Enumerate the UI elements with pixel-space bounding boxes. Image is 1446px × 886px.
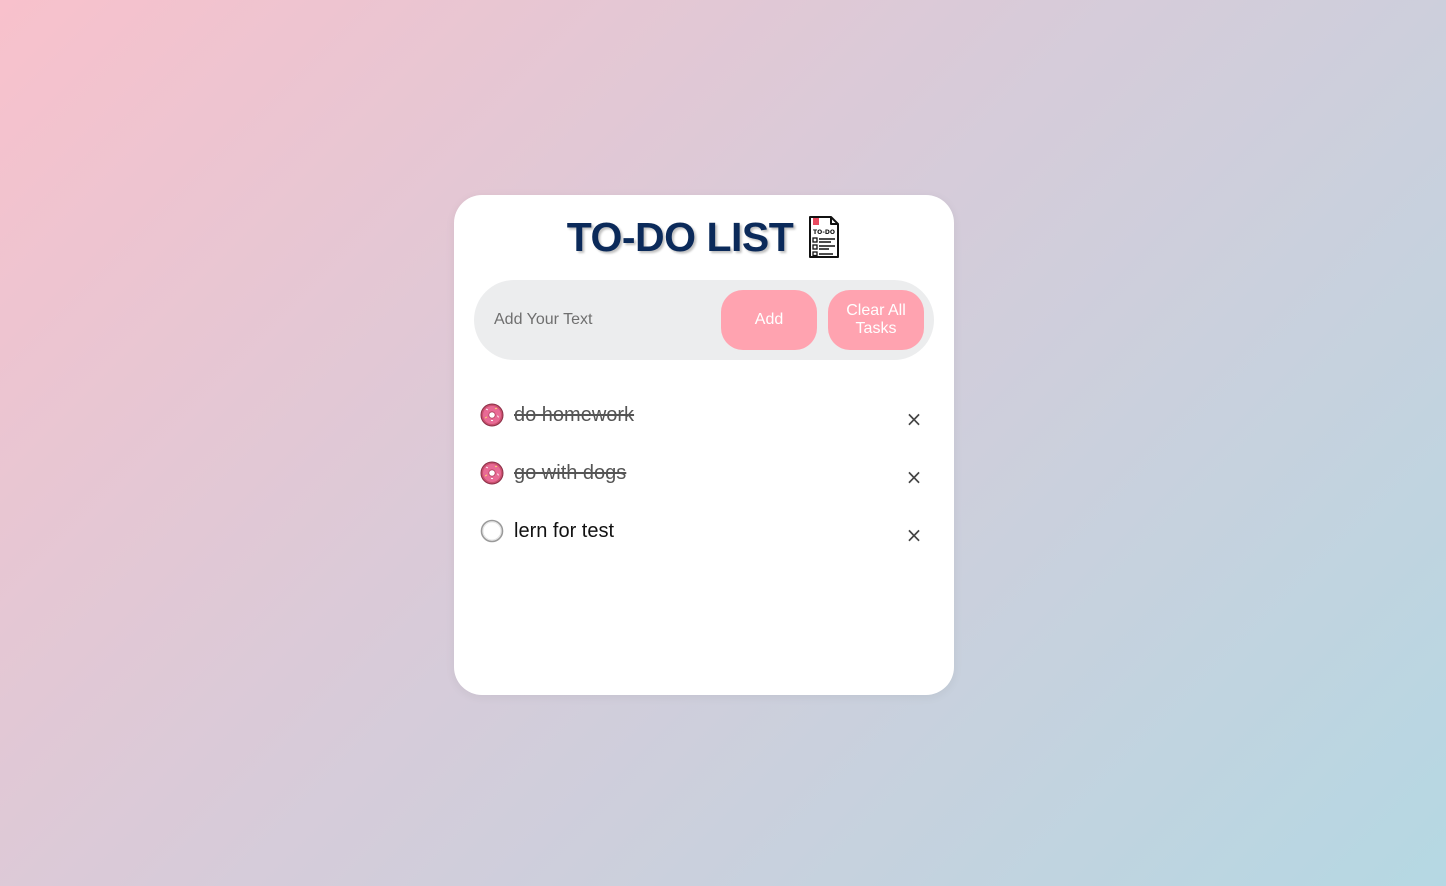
task-label[interactable]: do homework	[514, 403, 634, 427]
todo-notepad-icon: TO-DO	[809, 216, 840, 258]
svg-text:TO-DO: TO-DO	[813, 229, 835, 236]
task-label[interactable]: go with dogs	[514, 461, 626, 485]
donut-icon[interactable]	[480, 461, 504, 485]
list-item[interactable]: go with dogs ×	[474, 445, 934, 503]
list-item[interactable]: lern for test ×	[474, 503, 934, 561]
clear-all-tasks-button[interactable]: Clear All Tasks	[828, 290, 924, 350]
task-input[interactable]	[494, 304, 714, 336]
close-icon[interactable]: ×	[902, 407, 926, 431]
header: TO-DO LIST TO-DO	[454, 213, 954, 261]
task-label[interactable]: lern for test	[514, 519, 614, 543]
input-bar: Add Clear All Tasks	[474, 280, 934, 360]
add-button[interactable]: Add	[721, 290, 817, 350]
close-icon[interactable]: ×	[902, 465, 926, 489]
empty-circle-icon[interactable]	[480, 519, 504, 543]
page-title: TO-DO LIST	[566, 213, 794, 260]
todo-card: TO-DO LIST TO-DO Add Clear All Tasks	[454, 195, 954, 695]
donut-icon[interactable]	[480, 403, 504, 427]
list-item[interactable]: do homework ×	[474, 387, 934, 445]
close-icon[interactable]: ×	[902, 523, 926, 547]
task-list: do homework × go with dogs × lern for te…	[474, 387, 934, 561]
